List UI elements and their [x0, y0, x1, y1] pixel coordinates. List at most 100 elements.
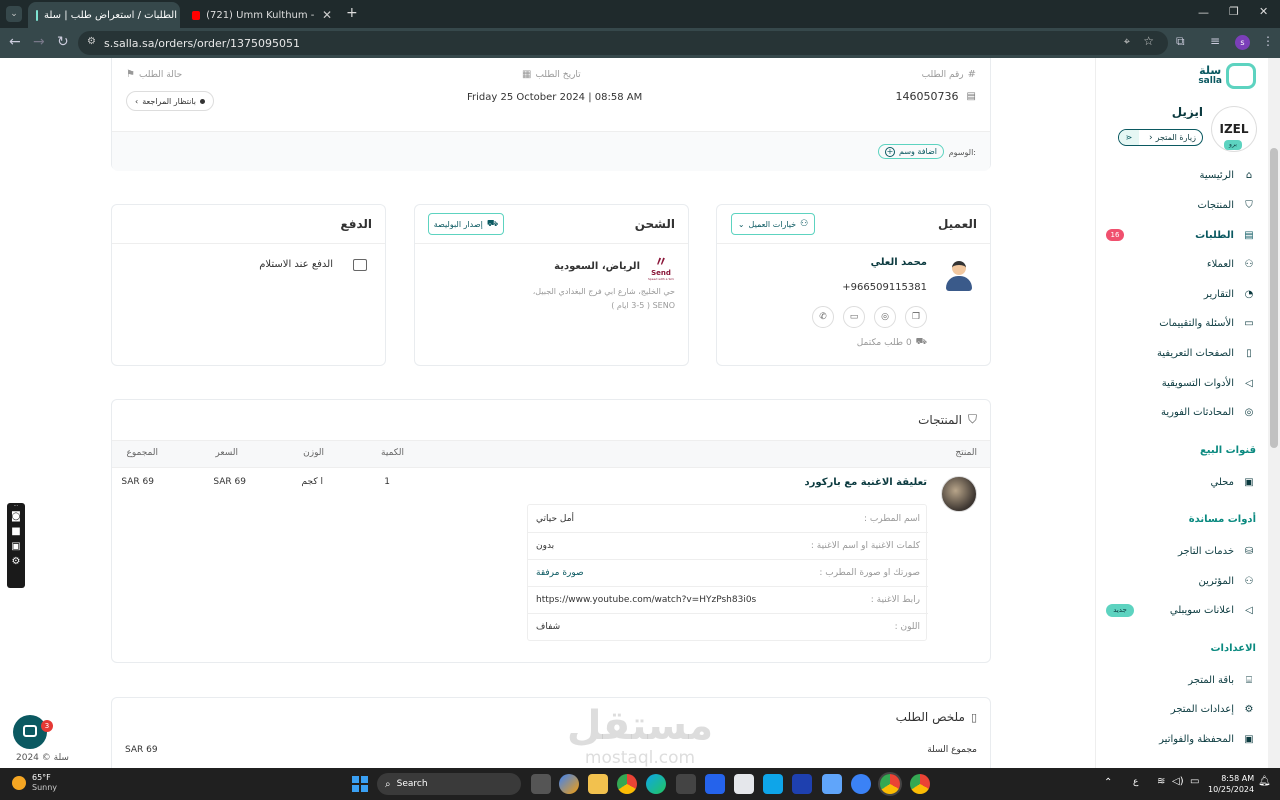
sidebar-item-wallet[interactable]: ▣ المحفظة والفواتير [1106, 727, 1256, 751]
clock-date: 10/25/2024 [1208, 785, 1255, 794]
shirt-icon: ⛉ [1245, 199, 1253, 211]
window-close-icon[interactable]: ✕ [1259, 5, 1268, 18]
input-language[interactable]: ع [1133, 777, 1138, 787]
battery-icon[interactable]: ▭ [1190, 776, 1199, 787]
mail-icon[interactable] [792, 774, 812, 794]
file-explorer-icon[interactable] [588, 774, 608, 794]
site-info-icon[interactable]: ⚙ [87, 36, 96, 47]
megaphone-icon: ◁ [1245, 604, 1253, 616]
products-table-head: المنتج الكمية الوزن السعر المجموع [112, 440, 990, 468]
volume-icon[interactable]: ◁) [1172, 776, 1184, 787]
sidebar-item-local[interactable]: ▣ محلي [1106, 470, 1256, 494]
task-view-icon[interactable] [531, 774, 551, 794]
sidebar-item-orders[interactable]: ▤ الطلبات 16 [1106, 223, 1256, 247]
back-icon[interactable]: ← [9, 34, 21, 50]
whatsapp-icon[interactable]: ◎ [874, 306, 896, 328]
store-app-icon[interactable] [676, 774, 696, 794]
settings-gear-icon[interactable]: ⚙ [7, 556, 25, 567]
col-weight: الوزن [303, 448, 324, 458]
sidebar-item-pages[interactable]: ▯ الصفحات التعريفية [1106, 341, 1256, 365]
weather-widget[interactable]: 65°F Sunny [12, 773, 57, 793]
tab-title: (721) Umm Kulthum - Amal Ha... [206, 9, 316, 21]
forward-icon[interactable]: → [33, 34, 45, 50]
sidebar-item-store-settings[interactable]: ⚙ إعدادات المتجر [1106, 697, 1256, 721]
chevron-right-icon: › [135, 96, 139, 106]
chrome-icon[interactable] [617, 774, 637, 794]
copy-icon[interactable]: ❐ [905, 306, 927, 328]
wifi-icon[interactable]: ≋ [1157, 776, 1165, 787]
media-icon[interactable]: ≡ [1210, 34, 1220, 48]
sidebar-item-products[interactable]: ⛉ المنتجات [1106, 193, 1256, 217]
browser-menu-icon[interactable]: ⋮ [1262, 34, 1274, 48]
products-card: ⛉ المنتجات المنتج الكمية الوزن السعر الم… [111, 399, 991, 663]
attached-image-link[interactable]: صورة مرفقة [536, 568, 584, 578]
salla-logo[interactable]: سلة salla [1198, 63, 1256, 89]
sidebar-item-chat[interactable]: ◎ المحادثات الفورية [1106, 400, 1256, 424]
chat-widget-button[interactable]: 3 [13, 715, 53, 749]
windows-taskbar: 65°F Sunny ⌕ Search ⌃ ع ≋ ◁) ▭ 8:58 AM 1… [0, 768, 1280, 800]
video-icon[interactable]: ■ [7, 526, 25, 537]
cart-total: SAR 69 [125, 745, 158, 755]
tab-search-icon[interactable]: ⌄ [6, 6, 22, 22]
tray-chevron-icon[interactable]: ⌃ [1104, 777, 1112, 788]
media-app-icon[interactable] [763, 774, 783, 794]
mostaql-watermark: مستقل mostaql.com [560, 704, 720, 768]
sidebar-item-swipply-ads[interactable]: ◁ اعلانات سويبلي جديد [1106, 598, 1256, 622]
sidebar-item-merchant-services[interactable]: ⛁ خدمات التاجر [1106, 539, 1256, 563]
copilot-icon[interactable] [559, 774, 579, 794]
customer-name[interactable]: محمد العلي [871, 257, 927, 268]
start-button[interactable] [352, 776, 368, 792]
reload-icon[interactable]: ↻ [57, 34, 69, 50]
chrome-profile-icon[interactable] [910, 774, 930, 794]
tab-youtube[interactable]: (721) Umm Kulthum - Amal Ha... ✕ [184, 2, 340, 28]
issue-policy-button[interactable]: ⛟ إصدار البوليصة [428, 213, 504, 235]
notifications-icon[interactable]: 🔔︎ [1258, 776, 1271, 787]
location-icon[interactable]: ⌖ [1124, 35, 1130, 49]
page-scrollbar[interactable] [1268, 58, 1280, 768]
sidebar-item-reviews[interactable]: ▭ الأسئلة والتقييمات [1106, 311, 1256, 335]
tab-close-icon[interactable]: ✕ [322, 8, 332, 22]
brand-latin: salla [1198, 76, 1222, 86]
sidebar-item-marketing[interactable]: ◁ الأدوات التسويقية [1106, 371, 1256, 395]
window-icon[interactable]: ▣ [7, 541, 25, 552]
phone-icon[interactable]: ✆ [812, 306, 834, 328]
taskbar-search[interactable]: ⌕ Search [377, 773, 521, 795]
printer-icon[interactable]: ▤ [967, 91, 976, 102]
add-tag-button[interactable]: اضافة وسم + [878, 144, 944, 159]
office-icon[interactable] [734, 774, 754, 794]
browser-app-icon[interactable] [851, 774, 871, 794]
header-divider [717, 243, 990, 244]
bookmark-star-icon[interactable]: ☆ [1143, 34, 1154, 48]
photos-icon[interactable] [822, 774, 842, 794]
sidebar-item-label: الأسئلة والتقييمات [1159, 317, 1234, 329]
customer-options-button[interactable]: ⚇ خيارات العميل ⌄ [731, 213, 815, 235]
minimize-icon[interactable]: — [1198, 6, 1209, 19]
profile-avatar[interactable]: s [1235, 35, 1250, 50]
sidebar-item-influencers[interactable]: ⚇ المؤثرين [1106, 569, 1256, 593]
extensions-icon[interactable]: ⧉ [1176, 34, 1185, 49]
chrome-active-icon[interactable] [880, 774, 900, 794]
calendar-app-icon[interactable] [705, 774, 725, 794]
new-tab-button[interactable]: + [346, 5, 358, 21]
chat-icon [23, 725, 37, 737]
song-link[interactable]: https://www.youtube.com/watch?v=HYzPsh83… [536, 595, 756, 605]
message-icon[interactable]: ▭ [843, 306, 865, 328]
sidebar-item-home[interactable]: ⌂ الرئيسية [1106, 163, 1256, 187]
sidebar-item-customers[interactable]: ⚇ العملاء [1106, 252, 1256, 276]
camera-icon[interactable]: ◙ [7, 511, 25, 522]
edge-icon[interactable] [646, 774, 666, 794]
tab-salla-orders[interactable]: الطلبات / استعراض طلب | سلة ✕ [28, 2, 180, 28]
sidebar-item-reports[interactable]: ◔ التقارير [1106, 282, 1256, 306]
sidebar-item-store-plan[interactable]: ⌸ باقة المتجر [1106, 668, 1256, 692]
visit-store-button[interactable]: زيارة المتجر ‹ ⋖ [1118, 129, 1203, 146]
scrollbar-thumb[interactable] [1270, 148, 1278, 448]
product-thumbnail[interactable] [941, 476, 977, 512]
sidebar-item-label: العملاء [1206, 258, 1234, 270]
order-status-button[interactable]: بانتظار المراجعة › [126, 91, 214, 111]
customer-actions: ❐ ◎ ▭ ✆ [812, 306, 927, 328]
product-name[interactable]: تعليقة الاغنية مع باركورد [805, 477, 927, 488]
restore-icon[interactable]: ❐ [1229, 5, 1239, 18]
clock[interactable]: 8:58 AM 10/25/2024 [1208, 773, 1254, 795]
address-bar[interactable]: ⚙ s.salla.sa/orders/order/1375095051 ⌖ ☆ [78, 31, 1168, 55]
share-icon[interactable]: ⋖ [1119, 130, 1139, 145]
